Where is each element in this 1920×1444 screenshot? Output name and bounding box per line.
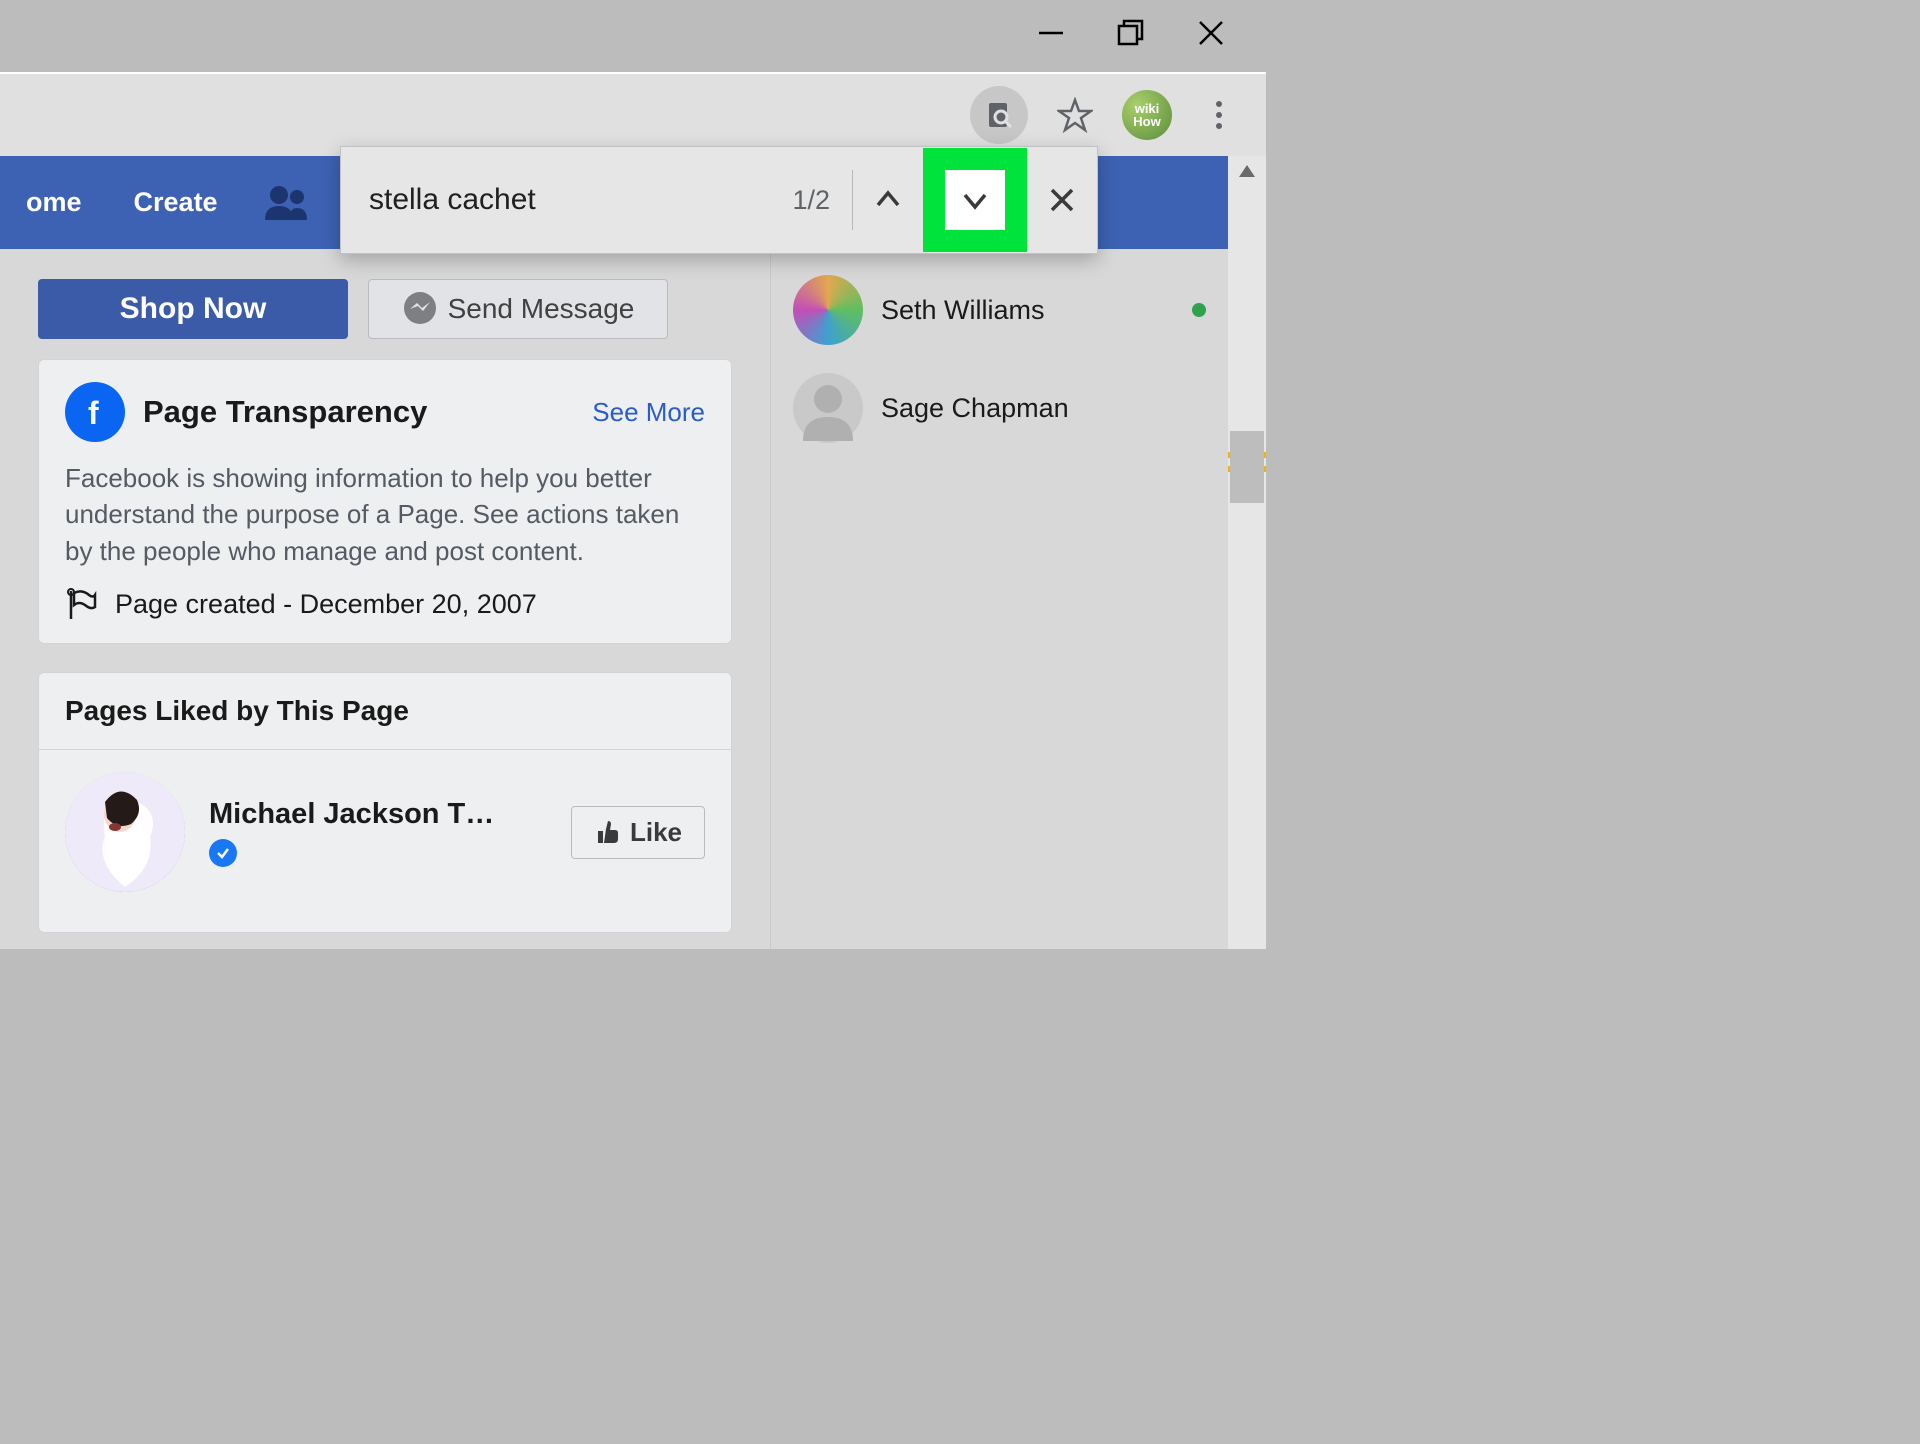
transparency-body: Facebook is showing information to help … [65,460,705,569]
close-icon [1196,18,1226,48]
see-more-link[interactable]: See More [592,397,705,428]
search-in-page-button[interactable] [970,86,1028,144]
page-transparency-card: f Page Transparency See More Facebook is… [38,359,732,644]
pages-liked-card: Pages Liked by This Page Michael Jackson… [38,672,732,933]
page-search-icon [983,99,1015,131]
minimize-icon [1036,18,1066,48]
find-result-count: 1/2 [770,185,852,216]
bookmark-button[interactable] [1046,86,1104,144]
window-minimize-button[interactable] [1036,18,1066,48]
contact-name: Sage Chapman [881,393,1206,424]
online-indicator-icon [1192,303,1206,317]
send-message-label: Send Message [448,293,635,325]
facebook-logo-icon: f [65,382,125,442]
liked-page-item[interactable]: Michael Jackson T… Like [65,772,705,892]
avatar-text-bottom: How [1133,115,1160,128]
shop-now-button[interactable]: Shop Now [38,279,348,339]
browser-menu-button[interactable] [1190,86,1248,144]
like-label: Like [630,817,682,848]
verified-badge-icon [209,839,237,867]
pages-liked-title: Pages Liked by This Page [39,673,731,750]
flag-icon [65,587,99,621]
transparency-title: Page Transparency [143,394,574,430]
chevron-up-icon [873,185,903,215]
scrollbar-thumb[interactable] [1230,431,1264,503]
window-maximize-button[interactable] [1116,18,1146,48]
find-input[interactable] [341,147,770,253]
chevron-down-icon [960,185,990,215]
contact-avatar [793,275,863,345]
chat-contact[interactable]: Sage Chapman [771,359,1228,457]
find-close-button[interactable] [1027,165,1097,235]
send-message-button[interactable]: Send Message [368,279,668,339]
close-icon [1048,186,1076,214]
liked-page-name: Michael Jackson T… [209,798,494,831]
chevron-up-icon [1239,165,1255,177]
friends-icon [263,184,309,222]
chat-contact[interactable]: Seth Williams [771,261,1228,359]
window-close-button[interactable] [1196,18,1226,48]
find-prev-button[interactable] [853,165,923,235]
main-column: Shop Now Send Message f Page Transparenc… [0,249,770,961]
contact-avatar [793,373,863,443]
nav-home[interactable]: ome [0,187,108,218]
kebab-icon [1207,101,1231,129]
thumb-up-icon [594,819,620,845]
nav-friends[interactable] [256,184,316,222]
scroll-up-button[interactable] [1228,156,1266,186]
page-created-text: Page created - December 20, 2007 [115,589,537,620]
liked-page-avatar [65,772,185,892]
like-button[interactable]: Like [571,806,705,859]
find-in-page-bar: 1/2 [340,146,1098,254]
contact-name: Seth Williams [881,295,1174,326]
nav-create[interactable]: Create [108,187,244,218]
browser-toolbar: wiki How [0,72,1266,156]
star-icon [1057,97,1093,133]
page-viewport: ome Create Shop Now [0,156,1266,949]
maximize-icon [1116,18,1146,48]
chat-sidebar: Seth Williams Sage Chapman [770,249,1228,949]
svg-text:f: f [88,395,99,430]
scrollbar[interactable] [1228,156,1266,949]
messenger-small-icon [402,291,438,327]
find-next-button-highlighted[interactable] [923,148,1027,252]
window-titlebar [0,0,1266,72]
profile-avatar[interactable]: wiki How [1122,90,1172,140]
